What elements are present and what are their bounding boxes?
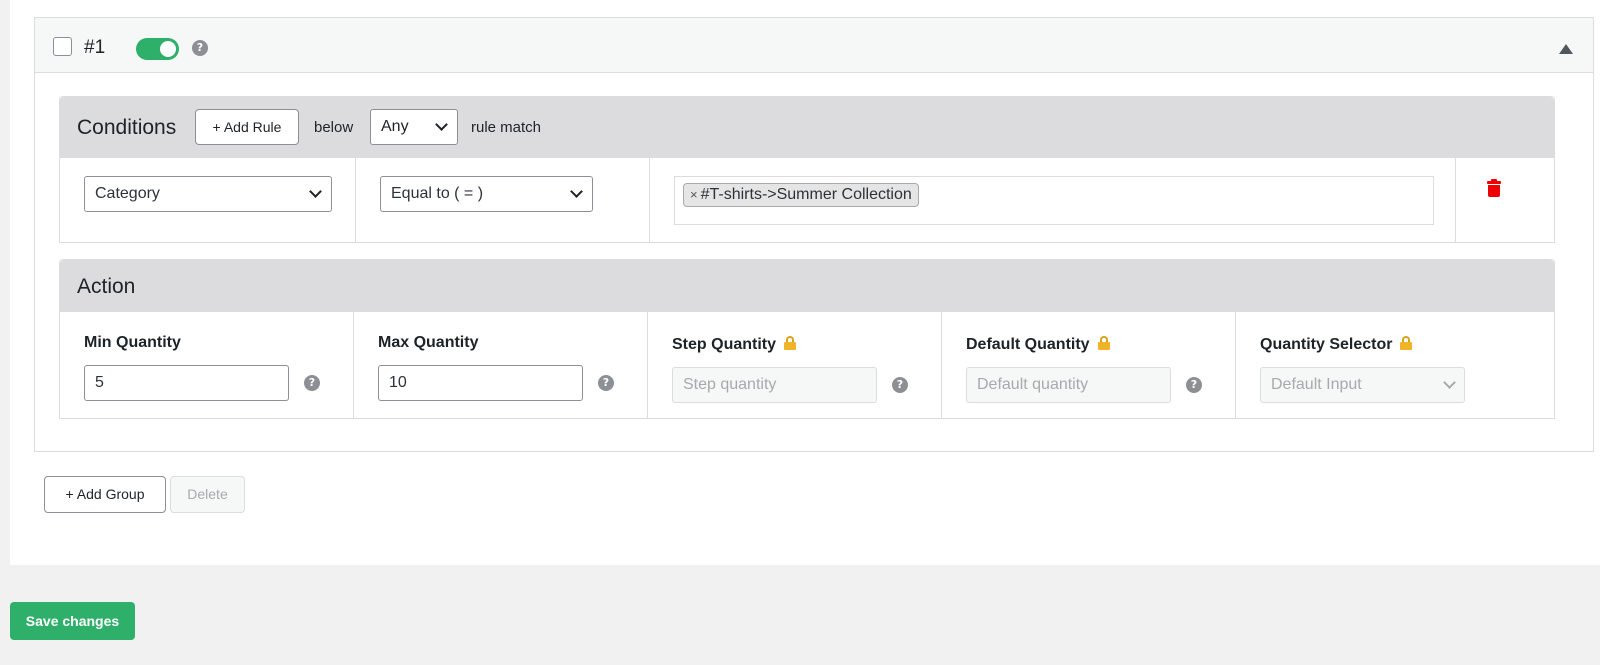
trash-icon[interactable] — [1487, 179, 1501, 197]
help-icon[interactable]: ? — [892, 377, 908, 393]
step-quantity-cell: Step Quantity Step quantity ? — [648, 312, 942, 419]
group-number: #1 — [84, 37, 106, 58]
max-quantity-input[interactable]: 10 — [378, 365, 583, 401]
step-quantity-label-wrap: Step Quantity — [672, 336, 797, 354]
quantity-selector-value: Default Input — [1271, 376, 1362, 393]
min-quantity-cell: Min Quantity 5 ? — [60, 312, 354, 419]
default-quantity-input[interactable]: Default quantity — [966, 367, 1171, 403]
group-header: #1 ? — [35, 18, 1593, 73]
chevron-down-icon — [309, 185, 322, 198]
add-group-button[interactable]: + Add Group — [44, 476, 166, 513]
rule-values-multiselect[interactable]: × #T-shirts->Summer Collection — [674, 176, 1434, 225]
min-quantity-label: Min Quantity — [84, 334, 181, 351]
group-select-checkbox[interactable] — [53, 37, 72, 56]
remove-chip-x-icon[interactable]: × — [690, 187, 698, 202]
chevron-down-icon — [1443, 376, 1456, 389]
help-icon[interactable]: ? — [192, 40, 208, 56]
match-type-select[interactable]: Any — [370, 109, 458, 145]
default-quantity-cell: Default Quantity Default quantity ? — [942, 312, 1236, 419]
conditions-header: Conditions + Add Rule below Any rule mat… — [60, 97, 1554, 158]
below-label: below — [314, 119, 354, 136]
lock-icon — [784, 336, 797, 350]
rule-delete-cell — [1456, 158, 1554, 243]
rule-values-cell: × #T-shirts->Summer Collection — [650, 158, 1456, 243]
default-quantity-label: Default Quantity — [966, 336, 1090, 353]
rule-field-value: Category — [95, 185, 160, 202]
help-icon[interactable]: ? — [304, 375, 320, 391]
rule-field-select[interactable]: Category — [84, 176, 332, 212]
max-quantity-label: Max Quantity — [378, 334, 479, 351]
add-rule-button[interactable]: + Add Rule — [195, 109, 299, 145]
step-quantity-input[interactable]: Step quantity — [672, 367, 877, 403]
chevron-down-icon — [435, 118, 448, 131]
lock-icon — [1097, 336, 1110, 350]
help-icon[interactable]: ? — [1186, 377, 1202, 393]
max-quantity-cell: Max Quantity 10 ? — [354, 312, 648, 419]
action-header: Action — [60, 260, 1554, 312]
action-title: Action — [77, 275, 136, 298]
default-quantity-label-wrap: Default Quantity — [966, 336, 1110, 354]
action-fields-row: Min Quantity 5 ? Max Quantity 10 ? Step … — [60, 312, 1554, 419]
value-chip: × #T-shirts->Summer Collection — [683, 183, 919, 207]
rule-operator-cell: Equal to ( = ) — [356, 158, 650, 243]
lock-icon — [1400, 336, 1413, 350]
help-icon[interactable]: ? — [598, 375, 614, 391]
conditions-box: Conditions + Add Rule below Any rule mat… — [59, 96, 1555, 243]
delete-group-button[interactable]: Delete — [170, 476, 245, 513]
rule-group: #1 ? Conditions + Add Rule below Any rul… — [34, 17, 1594, 452]
action-box: Action Min Quantity 5 ? Max Quantity 10 … — [59, 259, 1555, 419]
rule-match-label: rule match — [471, 119, 542, 136]
condition-rule-row: Category Equal to ( = ) × #T-shirts->Summ… — [60, 158, 1554, 243]
quantity-selector-label-wrap: Quantity Selector — [1260, 336, 1413, 354]
chevron-down-icon — [570, 185, 583, 198]
step-quantity-label: Step Quantity — [672, 336, 777, 353]
quantity-selector-label: Quantity Selector — [1260, 336, 1393, 353]
toggle-knob — [160, 41, 176, 57]
rule-operator-select[interactable]: Equal to ( = ) — [380, 176, 593, 212]
rule-field-cell: Category — [60, 158, 356, 243]
min-quantity-input[interactable]: 5 — [84, 365, 289, 401]
quantity-selector-select[interactable]: Default Input — [1260, 367, 1465, 403]
match-type-value: Any — [381, 118, 409, 135]
rule-operator-value: Equal to ( = ) — [391, 185, 484, 202]
settings-panel: #1 ? Conditions + Add Rule below Any rul… — [10, 0, 1600, 565]
collapse-caret-up-icon[interactable] — [1559, 44, 1573, 54]
quantity-selector-cell: Quantity Selector Default Input — [1236, 312, 1554, 419]
chip-label: #T-shirts->Summer Collection — [700, 186, 912, 203]
save-changes-button[interactable]: Save changes — [10, 602, 135, 640]
conditions-title: Conditions — [77, 116, 177, 139]
group-enable-toggle[interactable] — [136, 38, 179, 60]
